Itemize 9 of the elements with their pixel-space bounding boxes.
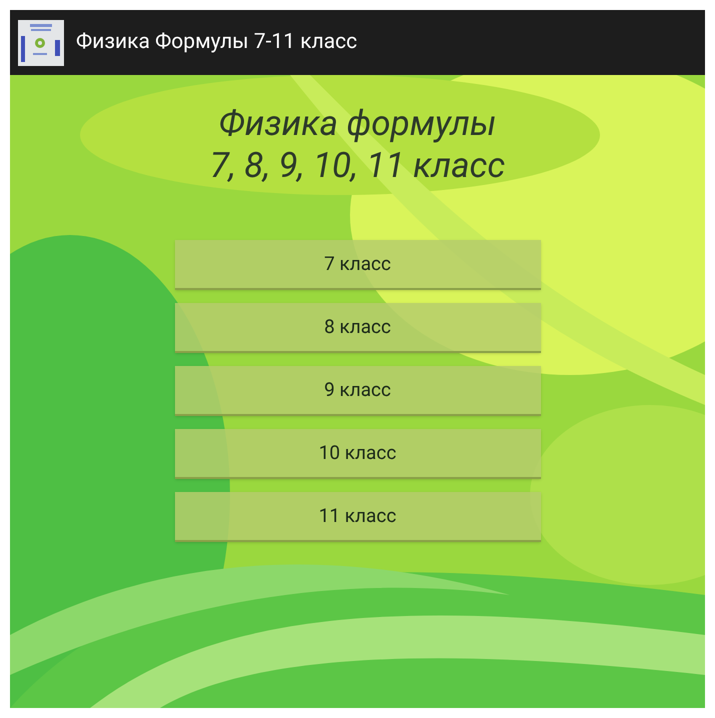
grade-button[interactable]: 9 класс	[174, 366, 540, 416]
grade-button[interactable]: 7 класс	[174, 240, 540, 290]
app-icon[interactable]	[18, 20, 64, 66]
app-title: Физика Формулы 7-11 класс	[76, 28, 358, 56]
grade-button[interactable]: 11 класс	[174, 492, 540, 542]
grade-button[interactable]: 10 класс	[174, 429, 540, 479]
heading-text: 7, 8, 9, 10, 11 класс	[210, 145, 506, 187]
heading-text: Физика формулы	[218, 103, 496, 145]
grade-button[interactable]: 8 класс	[174, 303, 540, 353]
